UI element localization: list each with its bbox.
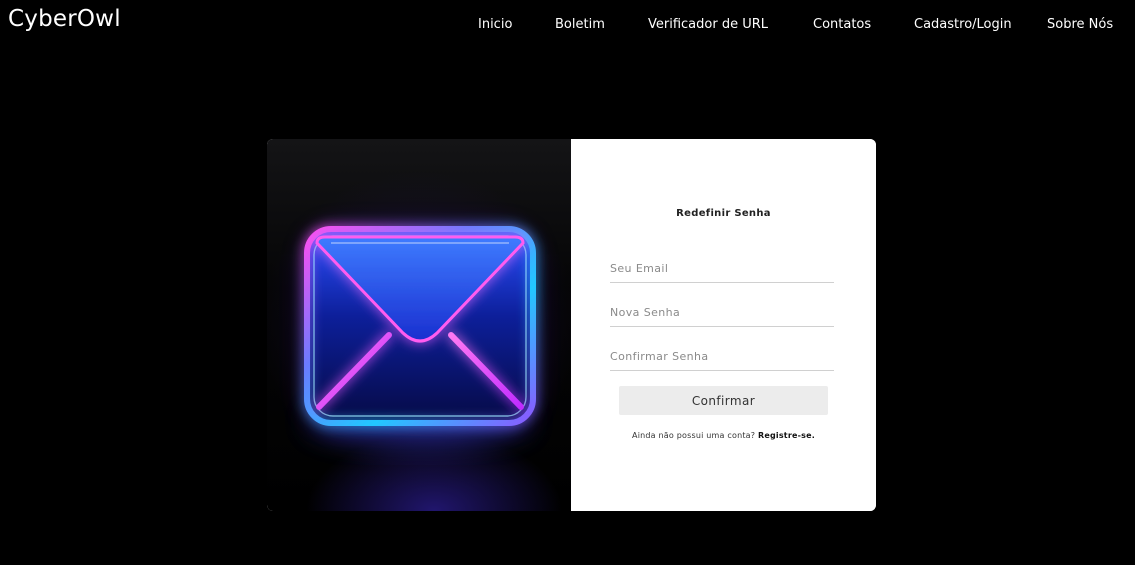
brand-logo[interactable]: CyberOwl <box>8 5 121 33</box>
email-field[interactable] <box>610 254 834 283</box>
nav-item-sobre-nos[interactable]: Sobre Nós <box>1047 16 1113 34</box>
hero-image-panel <box>267 139 571 511</box>
confirm-password-field[interactable] <box>610 342 834 371</box>
nav-item-boletim[interactable]: Boletim <box>555 16 605 34</box>
nav-item-inicio[interactable]: Inicio <box>478 16 512 34</box>
form-title: Redefinir Senha <box>676 208 771 219</box>
envelope-icon <box>304 226 536 443</box>
confirm-button[interactable]: Confirmar <box>619 386 828 415</box>
no-account-text: Ainda não possui uma conta? <box>632 431 756 440</box>
nav-item-verificador-url[interactable]: Verificador de URL <box>648 16 768 34</box>
reset-password-form: Redefinir Senha Confirmar Ainda não poss… <box>571 139 876 511</box>
nav-item-contatos[interactable]: Contatos <box>813 16 871 34</box>
top-navbar: CyberOwl Inicio Boletim Verificador de U… <box>0 0 1135 48</box>
nav-item-cadastro-login[interactable]: Cadastro/Login <box>914 16 1012 34</box>
signup-prompt: Ainda não possui uma conta? Registre-se. <box>571 431 876 440</box>
reset-password-card: Redefinir Senha Confirmar Ainda não poss… <box>267 139 876 511</box>
register-link[interactable]: Registre-se. <box>758 431 815 440</box>
new-password-field[interactable] <box>610 298 834 327</box>
